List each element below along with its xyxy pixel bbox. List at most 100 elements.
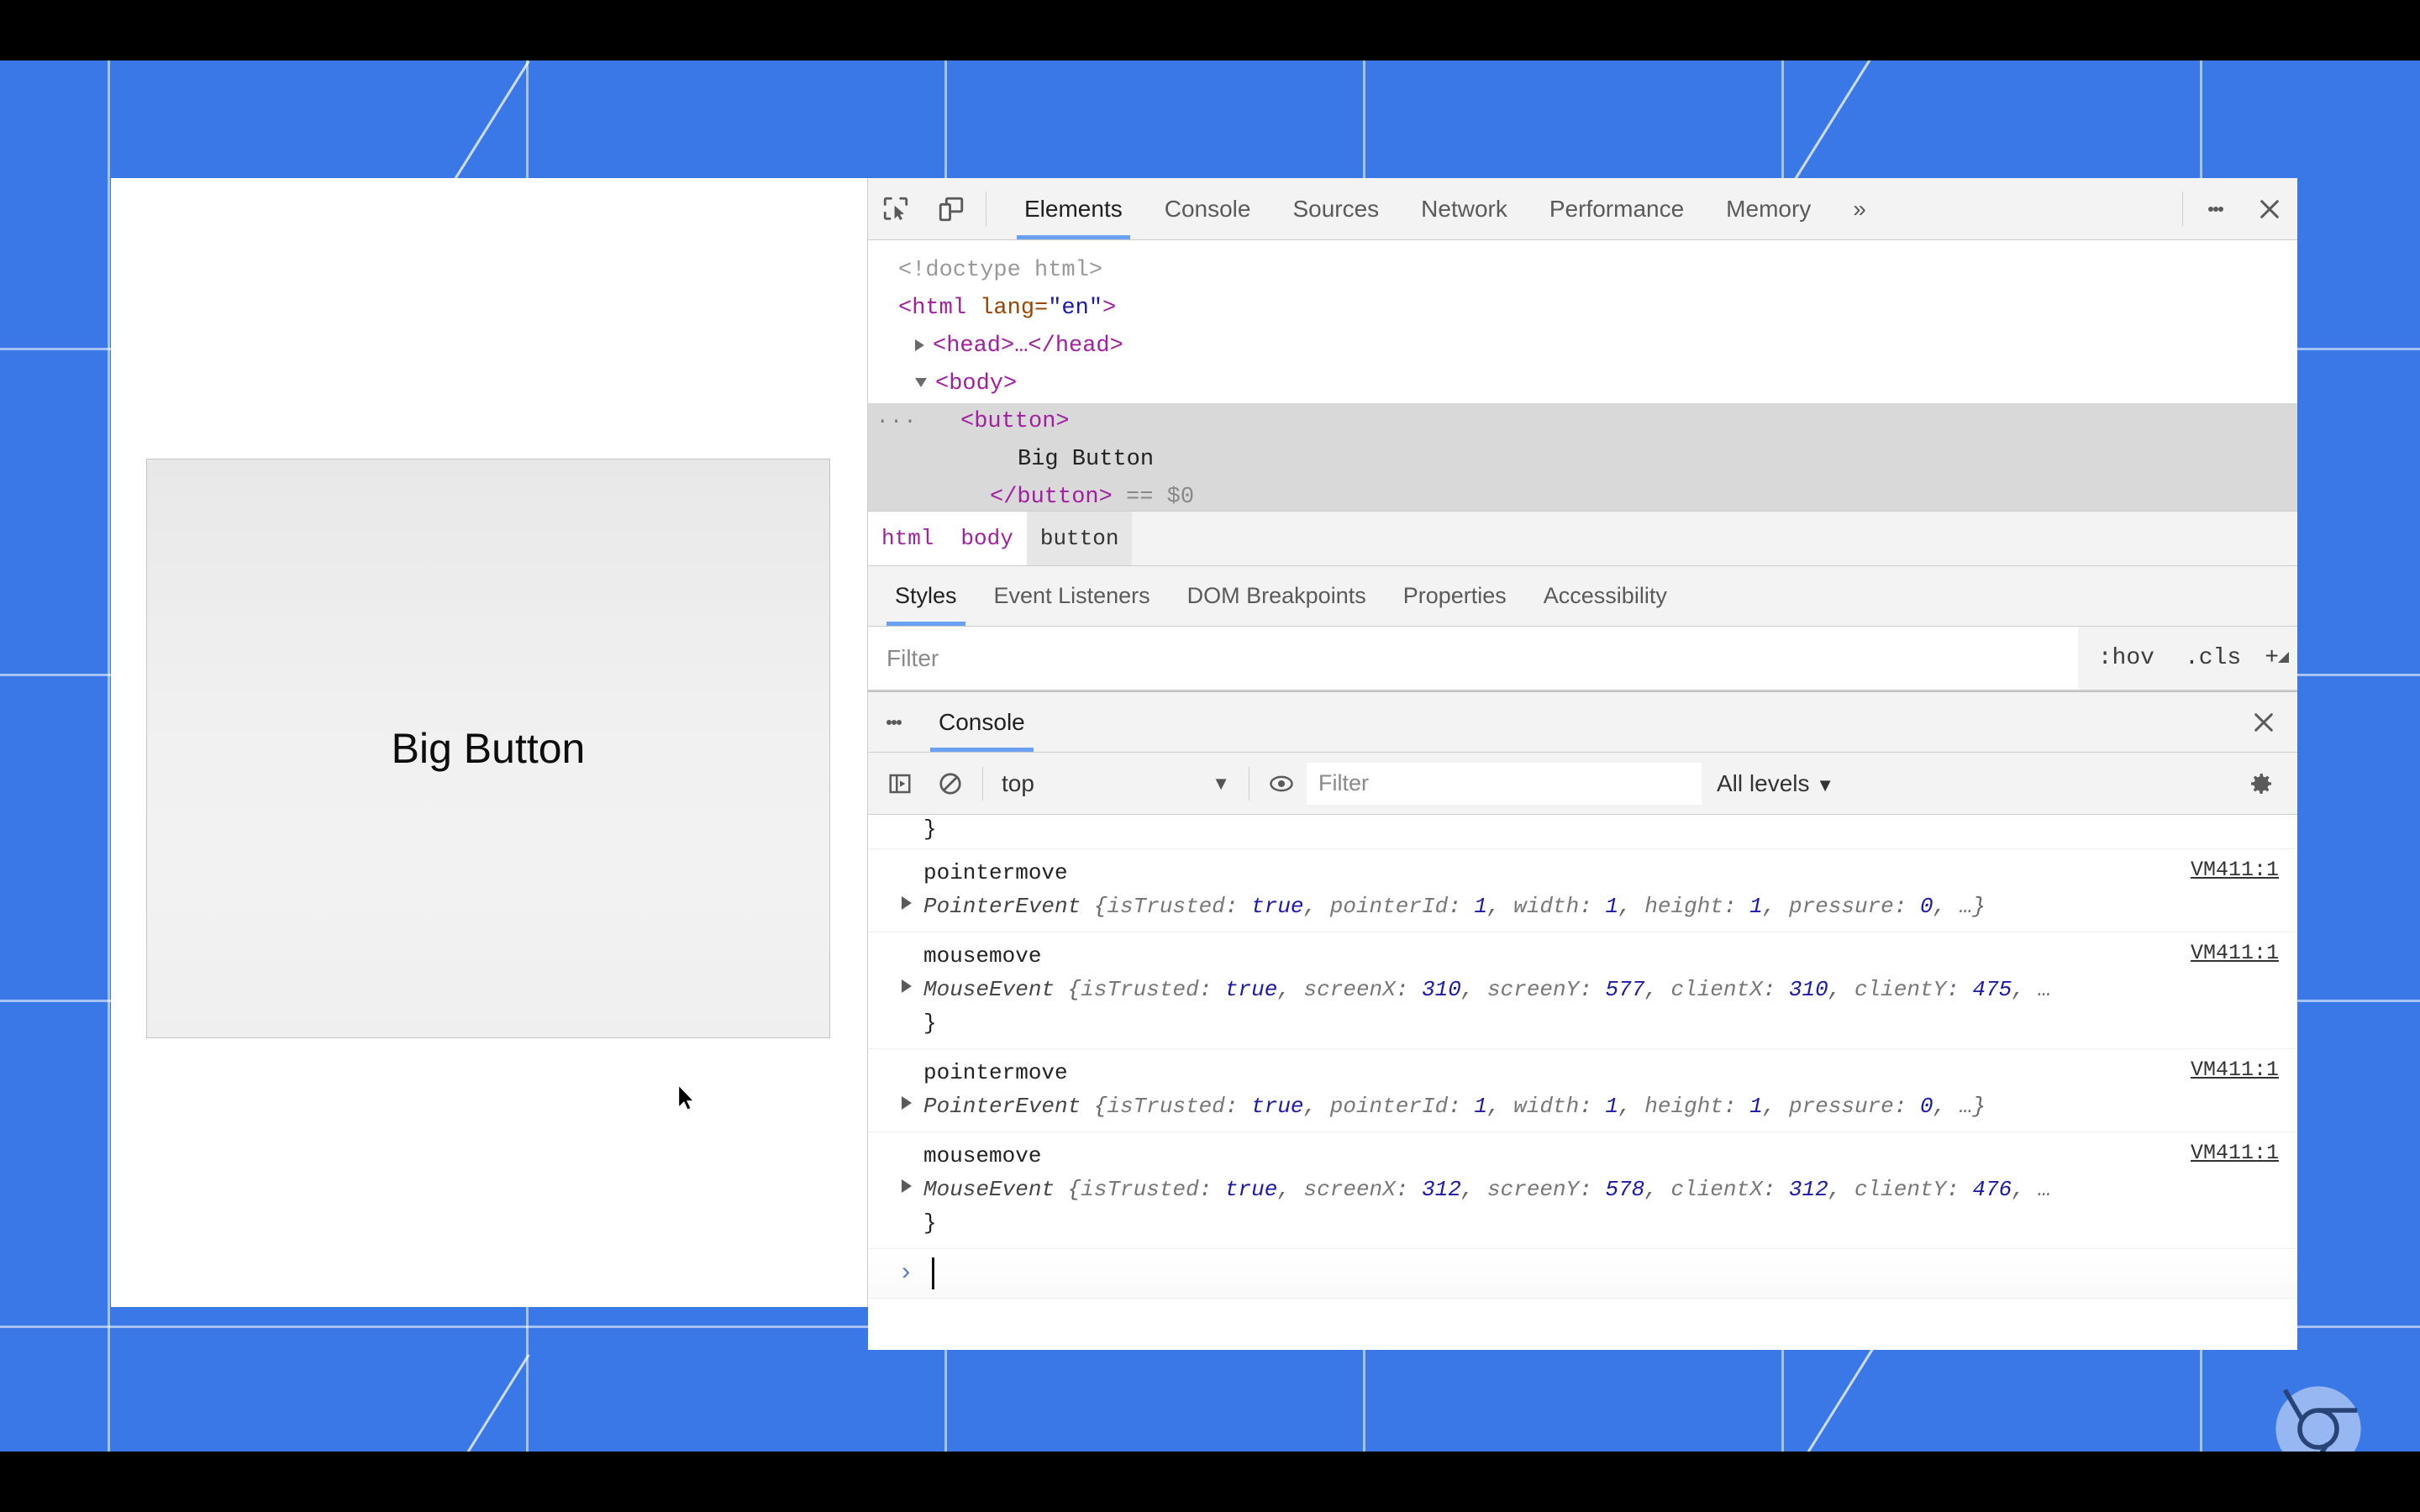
console-toolbar: top ▼ All levels ▼ [868, 753, 2297, 815]
tab-network[interactable]: Network [1400, 178, 1528, 239]
hov-toggle-button[interactable]: :hov [2083, 645, 2170, 671]
chevron-down-icon: ▼ [1816, 774, 1835, 795]
dom-line-button-close[interactable]: </button> == $0 [868, 479, 2297, 511]
doctype-text: <!doctype html> [898, 258, 1103, 283]
device-toolbar-icon[interactable] [923, 178, 979, 239]
console-log-entry[interactable]: pointermove VM411:1 PointerEvent {isTruste… [868, 1049, 2297, 1132]
cls-toggle-button[interactable]: .cls [2170, 645, 2256, 671]
styles-tab-list: Styles Event Listeners DOM Breakpoints P… [868, 566, 2297, 627]
dom-ellipsis-icon[interactable]: ··· [876, 403, 918, 441]
execution-context-select[interactable]: top ▼ [990, 770, 1242, 797]
tab-console-label: Console [1164, 195, 1251, 222]
tab-console[interactable]: Console [1144, 178, 1272, 239]
console-sidebar-icon[interactable] [875, 771, 925, 796]
console-log-entry[interactable]: pointermove VM411:1 PointerEvent {isTruste… [868, 849, 2297, 932]
console-log-list[interactable]: } pointermove VM411:1 PointerEvent {isTrus… [868, 815, 2297, 1350]
close-icon[interactable] [2242, 178, 2297, 239]
devtools-toolbar: Elements Console Sources Network Perform… [868, 178, 2297, 240]
tab-styles[interactable]: Styles [876, 566, 976, 626]
tab-memory-label: Memory [1726, 195, 1812, 222]
html-tag-open: <html [898, 296, 981, 321]
breadcrumb-item-html[interactable]: html [868, 512, 948, 565]
breadcrumb-item-button[interactable]: button [1026, 512, 1133, 565]
drawer-header: Console [868, 692, 2297, 753]
tab-properties-label: Properties [1402, 583, 1507, 608]
console-log-entry[interactable]: mousemove VM411:1 MouseEvent {isTrusted: t… [868, 1132, 2297, 1249]
chevron-right-icon[interactable] [915, 339, 924, 351]
more-options-icon[interactable] [868, 692, 920, 752]
expand-triangle-icon[interactable] [902, 1179, 912, 1193]
tab-properties[interactable]: Properties [1385, 566, 1525, 626]
chrome-logo-icon [2275, 1386, 2361, 1452]
tab-overflow-chevron[interactable]: » [1832, 178, 1887, 239]
inspect-element-icon[interactable] [868, 178, 923, 239]
dom-line-button-text[interactable]: Big Button [868, 441, 2297, 479]
drawer-tab-console[interactable]: Console [920, 692, 1044, 752]
dom-tree[interactable]: <!doctype html> <html lang="en"> <head>…… [868, 240, 2297, 511]
dom-line-body[interactable]: <body> [868, 365, 2297, 403]
body-tag-text: <body> [935, 371, 1018, 396]
browser-window: Big Button Elements Console Sources Netw… [111, 178, 2297, 1350]
live-expression-icon[interactable] [1256, 771, 1307, 796]
console-entry-source-link[interactable]: VM411:1 [2191, 1141, 2279, 1165]
console-log-fragment: } [868, 815, 2297, 849]
button-tag-close: </button> [990, 485, 1113, 510]
execution-context-value: top [1002, 769, 1034, 796]
close-icon[interactable] [2230, 692, 2297, 752]
page-viewport: Big Button [111, 178, 867, 1307]
selected-node-marker: == $0 [1126, 485, 1195, 510]
tab-event-listeners[interactable]: Event Listeners [976, 566, 1169, 626]
console-entry-source-link[interactable]: VM411:1 [2191, 858, 2279, 882]
button-text-node: Big Button [1018, 447, 1155, 472]
tab-elements[interactable]: Elements [1003, 178, 1144, 239]
console-entry-object: PointerEvent {isTrusted: true, pointerId… [923, 894, 1986, 919]
dom-line-html[interactable]: <html lang="en"> [868, 290, 2297, 328]
tab-accessibility[interactable]: Accessibility [1525, 566, 1686, 626]
button-tag-open: <button> [960, 409, 1070, 434]
tab-dom-breakpoints[interactable]: DOM Breakpoints [1169, 566, 1385, 626]
tab-event-listeners-label: Event Listeners [993, 583, 1150, 608]
text-cursor [932, 1257, 935, 1289]
expand-triangle-icon[interactable] [902, 1096, 912, 1110]
big-button-label: Big Button [391, 725, 586, 772]
dom-line-head[interactable]: <head>…</head> [868, 328, 2297, 365]
tab-memory[interactable]: Memory [1705, 178, 1832, 239]
console-log-entry[interactable]: mousemove VM411:1 MouseEvent {isTrusted: t… [868, 932, 2297, 1049]
dom-line-doctype[interactable]: <!doctype html> [868, 252, 2297, 290]
styles-filter-bar: :hov .cls + [868, 627, 2297, 690]
console-entry-source-link[interactable]: VM411:1 [2191, 941, 2279, 965]
mouse-cursor [677, 1084, 696, 1111]
tab-styles-label: Styles [895, 583, 957, 608]
styles-filter-input[interactable] [868, 627, 2078, 690]
styles-filter-actions: :hov .cls + [2077, 627, 2297, 690]
expand-triangle-icon[interactable] [902, 896, 912, 910]
tab-sources-label: Sources [1292, 195, 1380, 222]
breadcrumb-label: html [881, 526, 934, 551]
console-prompt[interactable]: › [868, 1249, 2297, 1299]
console-entry-source-link[interactable]: VM411:1 [2191, 1058, 2279, 1082]
tab-sources[interactable]: Sources [1271, 178, 1400, 239]
expand-triangle-icon[interactable] [902, 979, 912, 993]
html-tag-close-bracket: > [1102, 296, 1117, 321]
tab-performance[interactable]: Performance [1528, 178, 1705, 239]
console-entry-title: mousemove [923, 943, 1042, 969]
tab-dom-breakpoints-label: DOM Breakpoints [1186, 583, 1366, 608]
gear-icon[interactable] [2232, 770, 2291, 797]
head-tag-text: <head>…</head> [933, 333, 1123, 359]
devtools-tab-list: Elements Console Sources Network Perform… [993, 178, 2175, 239]
console-entry-object: MouseEvent {isTrusted: true, screenX: 31… [923, 1177, 2052, 1202]
log-level-value: All levels [1717, 769, 1810, 796]
breadcrumb-label: button [1039, 526, 1119, 551]
console-filter-input[interactable] [1307, 762, 1702, 805]
log-level-select[interactable]: All levels ▼ [1702, 770, 1849, 797]
tab-performance-label: Performance [1549, 195, 1685, 222]
big-button[interactable]: Big Button [146, 459, 830, 1038]
html-lang-attr: lang= [980, 296, 1049, 321]
clear-console-icon[interactable] [925, 771, 976, 796]
breadcrumb-item-body[interactable]: body [947, 512, 1027, 565]
dom-line-button-open[interactable]: ··· <button> [868, 403, 2297, 441]
chevron-down-icon[interactable] [915, 378, 927, 388]
new-style-rule-button[interactable]: + [2256, 645, 2292, 671]
plus-icon: + [2265, 645, 2279, 671]
more-options-icon[interactable] [2190, 178, 2242, 239]
